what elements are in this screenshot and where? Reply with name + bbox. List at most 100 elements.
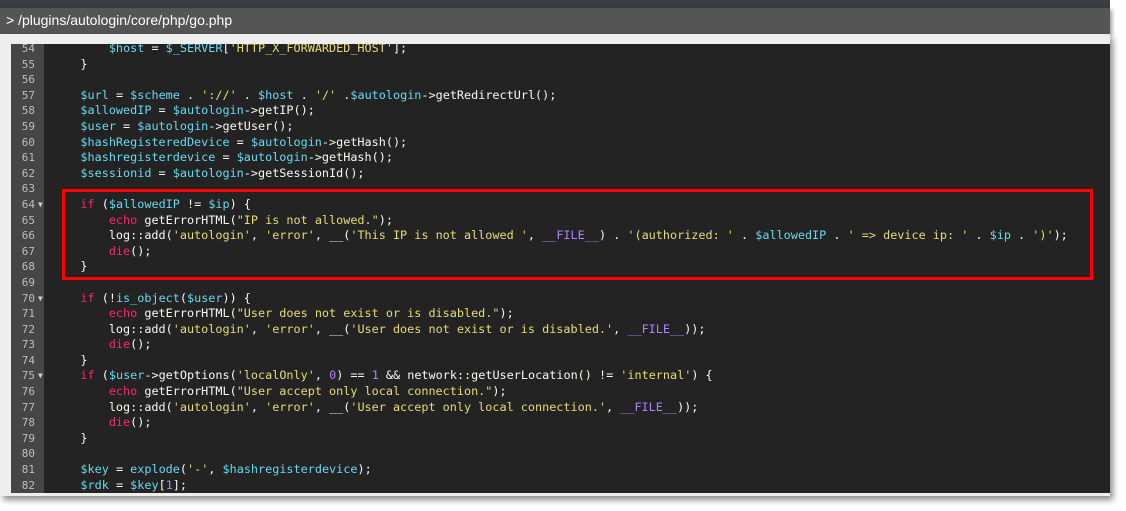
token-plain: . xyxy=(826,228,848,243)
token-str: 'error' xyxy=(265,399,315,414)
code-line: 59 $user = $autologin->getUser(); xyxy=(11,119,1110,135)
token-var: $autologin xyxy=(236,150,308,165)
code-text: } xyxy=(52,353,87,369)
token-plain: ); xyxy=(499,306,514,321)
token-plain: ->getRedirectUrl(); xyxy=(421,87,557,102)
line-number: 70 xyxy=(21,291,35,305)
token-plain: getErrorHTML( xyxy=(137,212,237,227)
code-line: 57 $url = $scheme . '://' . $host . '/' … xyxy=(11,88,1110,104)
window-top-bar xyxy=(0,0,1110,8)
line-number: 71 xyxy=(21,307,35,321)
token-plain: , xyxy=(250,228,266,243)
token-plain: log::add( xyxy=(52,228,173,243)
token-plain: ( xyxy=(179,462,187,477)
token-plain: getErrorHTML( xyxy=(137,306,237,321)
token-var: $autologin xyxy=(250,134,322,149)
token-plain: , xyxy=(613,321,628,336)
fold-arrow-icon[interactable]: ▼ xyxy=(38,197,43,213)
code-line: 62 $sessionid = $autologin->getSessionId… xyxy=(11,166,1110,182)
token-kw: echo xyxy=(108,384,138,399)
code-line: 80 xyxy=(11,446,1110,462)
line-number: 73 xyxy=(21,338,35,352)
token-plain: , xyxy=(314,368,330,383)
token-var: $user xyxy=(80,118,116,133)
fold-arrow-icon[interactable]: ▼ xyxy=(38,291,43,307)
code-text: echo getErrorHTML("IP is not allowed."); xyxy=(52,213,393,229)
token-var: $hashregisterdevice xyxy=(80,150,216,165)
token-kw: if xyxy=(80,196,95,211)
line-number: 79 xyxy=(21,431,35,445)
token-plain: = xyxy=(108,462,131,477)
code-text: $key = explode('-', $hashregisterdevice)… xyxy=(52,462,371,478)
token-var: $sessionid xyxy=(80,165,152,180)
code-line: 75 ▼ if ($user->getOptions('localOnly', 0… xyxy=(11,368,1110,384)
code-line: 72 log::add('autologin', 'error', __('Us… xyxy=(11,322,1110,338)
fold-arrow-icon[interactable]: ▼ xyxy=(38,368,43,384)
token-plain: ); xyxy=(492,384,507,399)
token-var: $scheme xyxy=(130,87,180,102)
token-var: $ip xyxy=(989,228,1011,243)
code-text: } xyxy=(52,57,87,73)
code-line: 79 } xyxy=(11,431,1110,447)
token-var: $_SERVER xyxy=(165,44,223,55)
code-line: 60 $hashRegisteredDevice = $autologin->g… xyxy=(11,135,1110,151)
token-plain: ) . xyxy=(598,228,628,243)
code-text: $rdk = $key[1]; xyxy=(52,478,187,493)
token-str: 'HTTP_X_FORWARDED_HOST' xyxy=(229,44,393,55)
code-line: 67 die(); xyxy=(11,244,1110,260)
token-kw: die xyxy=(108,243,131,258)
token-plain: . xyxy=(1010,228,1033,243)
token-var: is_object xyxy=(115,290,180,305)
code-text: log::add('autologin', 'error', __('User … xyxy=(52,322,706,338)
line-number: 76 xyxy=(21,385,35,399)
token-str: 'User does not exist or is disabled.' xyxy=(350,321,614,336)
token-str: 'This IP is not allowed ' xyxy=(350,228,528,243)
line-number: 60 xyxy=(21,135,35,149)
line-number: 72 xyxy=(21,322,35,336)
token-plain: = xyxy=(215,150,237,165)
code-text: if ($user->getOptions('localOnly', 0) ==… xyxy=(52,368,713,384)
token-str: 'error' xyxy=(265,321,315,336)
token-plain: . xyxy=(236,87,259,102)
code-text: $hashregisterdevice = $autologin->getHas… xyxy=(52,150,393,166)
token-str: 'autologin' xyxy=(172,399,251,414)
token-plain: ) { xyxy=(691,368,713,383)
token-plain: , xyxy=(208,462,223,477)
token-num: __FILE__ xyxy=(627,321,685,336)
token-plain: , __( xyxy=(314,399,351,414)
token-str: '(authorized: ' xyxy=(627,228,734,243)
token-var: $autologin xyxy=(137,118,209,133)
token-var: $autologin xyxy=(350,87,422,102)
line-number: 75 xyxy=(21,369,35,383)
line-number: 59 xyxy=(21,119,35,133)
token-kw: echo xyxy=(108,306,138,321)
token-kw: if xyxy=(80,290,95,305)
token-plain: (); xyxy=(130,243,152,258)
token-var: $hashregisterdevice xyxy=(222,462,358,477)
code-line: 70 ▼ if (!is_object($user)) { xyxy=(11,291,1110,307)
token-var: $hashRegisteredDevice xyxy=(80,134,230,149)
code-text: $user = $autologin->getUser(); xyxy=(52,118,293,135)
code-line: 58 $allowedIP = $autologin->getIP(); xyxy=(11,103,1110,119)
token-str: "User accept only local connection." xyxy=(236,384,493,399)
token-kw: if xyxy=(80,368,95,383)
code-editor[interactable]: 54 $host = $_SERVER['HTTP_X_FORWARDED_HO… xyxy=(11,44,1110,493)
line-number: 69 xyxy=(21,275,35,289)
token-var: $host xyxy=(258,87,294,102)
token-plain: } xyxy=(52,259,88,274)
token-plain: ->getHash(); xyxy=(321,134,408,149)
token-plain: , xyxy=(250,321,266,336)
token-plain: ->getSessionId(); xyxy=(243,165,365,180)
token-plain: ( xyxy=(179,290,187,305)
token-plain: [ xyxy=(158,477,166,492)
token-str: '-' xyxy=(186,462,209,477)
code-line: 73 die(); xyxy=(11,337,1110,353)
token-plain: = xyxy=(151,103,173,118)
token-var: explode xyxy=(130,462,180,477)
